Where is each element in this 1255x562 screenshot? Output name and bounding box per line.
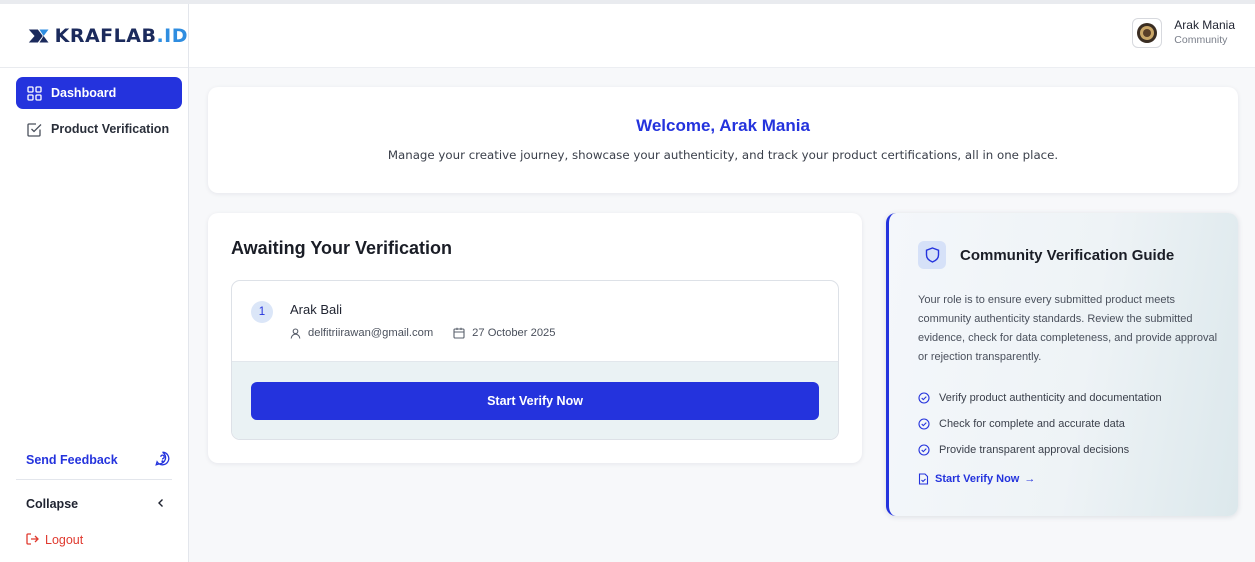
user-menu[interactable]: Arak Mania Community <box>1132 18 1235 48</box>
collapse-button[interactable]: Collapse <box>16 480 172 528</box>
guide-description: Your role is to ensure every submitted p… <box>918 294 1218 363</box>
grid-icon <box>26 85 42 101</box>
awaiting-verification-card: Awaiting Your Verification 1 Arak Bali d… <box>208 213 862 463</box>
item-details: 1 Arak Bali delfitriirawan@gmail.com 27 … <box>232 281 838 361</box>
calendar-icon <box>453 327 465 339</box>
arrow-right-icon: → <box>1024 473 1036 485</box>
guide-point-text: Check for complete and accurate data <box>939 418 1125 430</box>
sidebar-footer: Send Feedback Collapse Logout <box>16 440 172 562</box>
start-verify-button[interactable]: Start Verify Now <box>251 382 819 420</box>
logo-mark-icon <box>28 28 49 43</box>
list-item: 1 Arak Bali delfitriirawan@gmail.com 27 … <box>231 280 839 440</box>
guide-point-text: Provide transparent approval decisions <box>939 444 1130 456</box>
guide-start-verify-link[interactable]: Start Verify Now → <box>918 473 1035 485</box>
welcome-subtitle: Manage your creative journey, showcase y… <box>387 148 1059 162</box>
check-circle-icon <box>918 418 930 430</box>
item-name: Arak Bali <box>290 302 343 317</box>
item-meta: delfitriirawan@gmail.com 27 October 2025 <box>290 327 555 339</box>
top-header: Arak Mania Community <box>189 4 1255 68</box>
sidebar-item-product-verification[interactable]: Product Verification <box>16 113 182 145</box>
user-info: Arak Mania Community <box>1174 18 1235 48</box>
logout-icon <box>26 532 39 548</box>
brand-logo[interactable]: KRAFLAB.ID <box>0 4 188 68</box>
shield-icon <box>918 241 946 269</box>
item-date: 27 October 2025 <box>472 327 556 339</box>
guide-point: Provide transparent approval decisions <box>918 437 1162 463</box>
send-feedback-label: Send Feedback <box>26 452 118 467</box>
logout-button[interactable]: Logout <box>16 528 172 552</box>
avatar <box>1132 18 1163 48</box>
item-email: delfitriirawan@gmail.com <box>308 327 434 339</box>
chevron-left-icon <box>156 497 166 511</box>
logo-text: KRAFLAB.ID <box>54 24 188 47</box>
user-name: Arak Mania <box>1174 18 1235 32</box>
guide-point: Verify product authenticity and document… <box>918 385 1162 411</box>
guide-title: Community Verification Guide <box>960 246 1175 264</box>
sidebar-item-dashboard[interactable]: Dashboard <box>16 77 182 109</box>
sidebar-item-label: Product Verification <box>51 122 170 136</box>
logout-label: Logout <box>45 533 84 547</box>
guide-link-label: Start Verify Now <box>935 473 1020 485</box>
welcome-card: Welcome, Arak Mania Manage your creative… <box>208 87 1238 193</box>
item-actions: Start Verify Now <box>232 361 838 439</box>
verification-guide-card: Community Verification Guide Your role i… <box>886 213 1238 516</box>
check-circle-icon <box>918 392 930 404</box>
feedback-bubble-icon <box>155 451 170 469</box>
collapse-label: Collapse <box>26 497 79 511</box>
user-role: Community <box>1174 34 1228 46</box>
guide-checklist: Verify product authenticity and document… <box>918 385 1162 463</box>
user-icon <box>290 327 301 339</box>
item-number-badge: 1 <box>251 301 273 323</box>
welcome-title: Welcome, Arak Mania <box>636 116 810 135</box>
sidebar: KRAFLAB.ID Dashboard Product Verificatio… <box>0 4 189 562</box>
guide-header: Community Verification Guide <box>918 241 1174 269</box>
sidebar-nav: Dashboard Product Verification <box>0 68 188 145</box>
document-icon <box>918 473 929 485</box>
awaiting-title: Awaiting Your Verification <box>231 238 453 258</box>
guide-point-text: Verify product authenticity and document… <box>939 392 1162 404</box>
checkbox-icon <box>26 121 42 137</box>
check-circle-icon <box>918 444 930 456</box>
send-feedback-button[interactable]: Send Feedback <box>16 440 172 480</box>
sidebar-item-label: Dashboard <box>51 86 117 100</box>
guide-point: Check for complete and accurate data <box>918 411 1162 437</box>
